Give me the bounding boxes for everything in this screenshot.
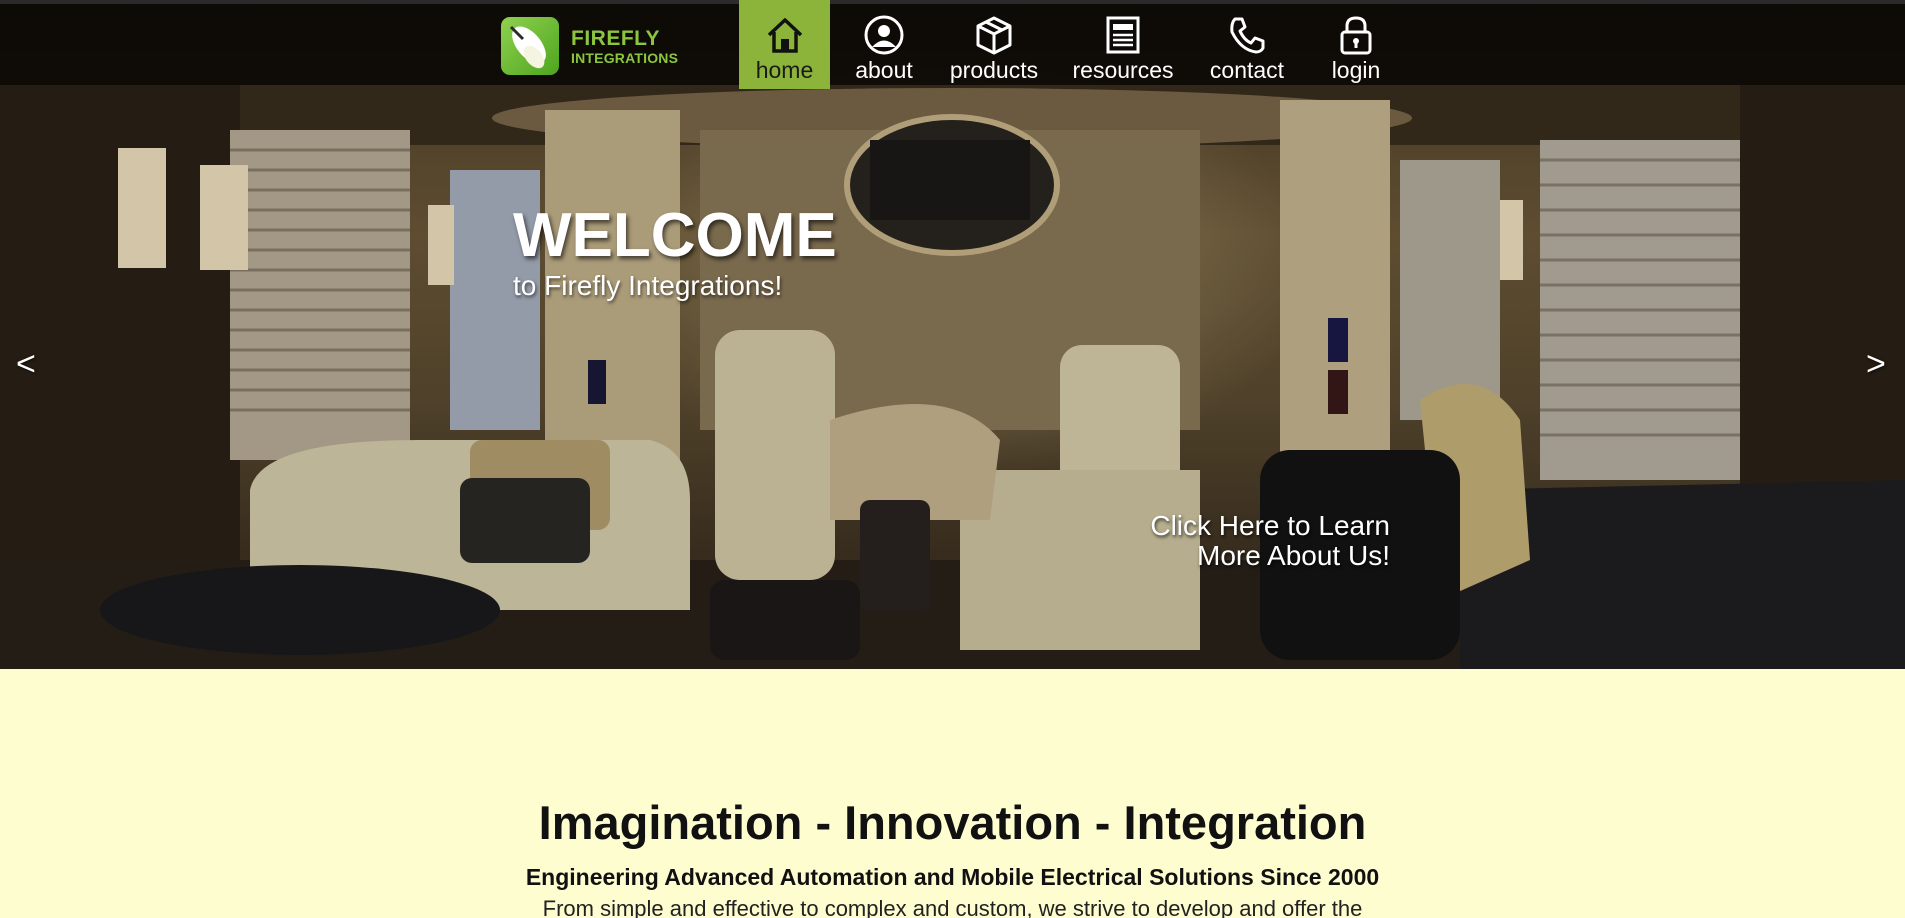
intro-tagline: Imagination - Innovation - Integration xyxy=(538,796,1367,849)
phone-icon xyxy=(1226,14,1268,56)
intro-subtagline: Engineering Advanced Automation and Mobi… xyxy=(525,864,1380,890)
nav-about[interactable]: about xyxy=(848,0,920,89)
nav-resources[interactable]: resources xyxy=(1072,0,1174,89)
hero-banner: WELCOME to Firefly Integrations! < > Cli… xyxy=(0,0,1905,669)
page: WELCOME to Firefly Integrations! < > Cli… xyxy=(0,0,1905,918)
nav-about-label: about xyxy=(855,57,913,83)
nav-products-label: products xyxy=(949,57,1039,83)
nav-home[interactable]: home xyxy=(739,0,830,89)
nav-contact[interactable]: contact xyxy=(1205,0,1289,89)
nav-login[interactable]: login xyxy=(1326,0,1386,89)
newspaper-icon xyxy=(1102,14,1144,56)
nav-resources-label: resources xyxy=(1072,57,1174,83)
learn-more-link[interactable]: Click Here to Learn More About Us! xyxy=(1080,511,1390,571)
hero-subtitle: to Firefly Integrations! xyxy=(513,270,783,301)
box-icon xyxy=(973,14,1015,56)
hero-background-image xyxy=(0,85,1905,669)
brand-name-line2: INTEGRATIONS xyxy=(571,49,679,66)
user-icon xyxy=(863,14,905,56)
firefly-logo-icon xyxy=(501,17,559,75)
lock-icon xyxy=(1335,14,1377,56)
brand-logo[interactable]: FIREFLY INTEGRATIONS xyxy=(501,14,691,78)
nav-contact-label: contact xyxy=(1209,57,1285,83)
intro-description: From simple and effective to complex and… xyxy=(542,896,1363,918)
learn-more-line2: More About Us! xyxy=(1197,539,1390,571)
home-icon xyxy=(764,14,806,56)
intro-section: Imagination - Innovation - Integration E… xyxy=(0,669,1905,918)
nav-products[interactable]: products xyxy=(945,0,1043,89)
carousel-next-button[interactable]: > xyxy=(1866,345,1886,384)
learn-more-line1: Click Here to Learn xyxy=(1150,510,1390,541)
nav-login-label: login xyxy=(1331,57,1381,83)
brand-name-line1: FIREFLY xyxy=(571,26,661,50)
hero-title: WELCOME xyxy=(513,201,837,270)
nav-home-label: home xyxy=(755,57,814,83)
carousel-prev-button[interactable]: < xyxy=(16,345,36,384)
top-navbar: FIREFLY INTEGRATIONS home about products… xyxy=(0,0,1905,89)
